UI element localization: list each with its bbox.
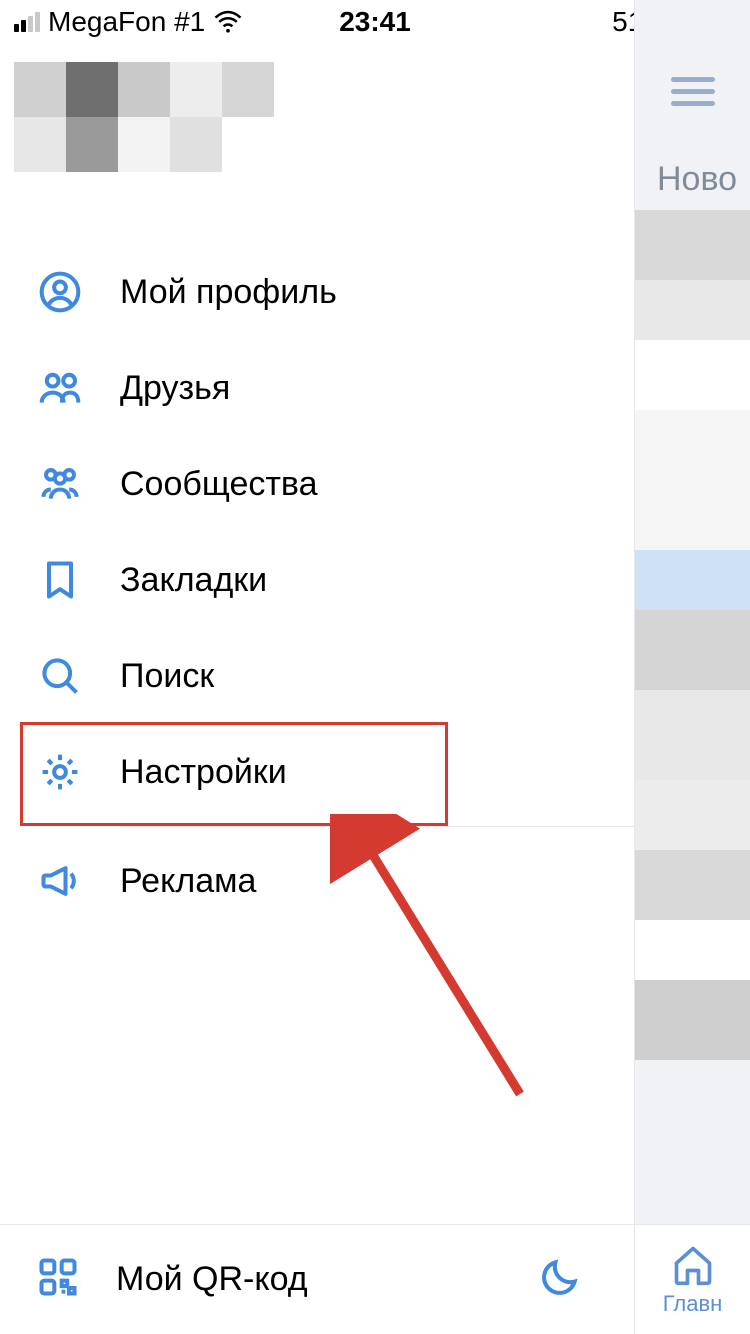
underlying-feed-peek: Ново Главн (634, 0, 750, 1334)
feed-title-partial: Ново (657, 160, 737, 199)
menu-item-settings[interactable]: Настройки (0, 724, 634, 820)
menu-item-label: Сообщества (120, 465, 318, 504)
menu-item-friends[interactable]: Друзья (0, 340, 634, 436)
qr-label[interactable]: Мой QR-код (116, 1260, 502, 1299)
menu-item-search[interactable]: Поиск (0, 628, 634, 724)
megaphone-icon (36, 857, 84, 905)
drawer-footer: Мой QR-код (0, 1224, 634, 1334)
menu-item-label: Мой профиль (120, 273, 337, 312)
menu-item-label: Друзья (120, 369, 230, 408)
menu-item-label: Реклама (120, 862, 256, 901)
menu-item-label: Настройки (120, 753, 287, 792)
bookmark-icon (36, 556, 84, 604)
qr-icon[interactable] (36, 1255, 80, 1304)
communities-icon (36, 460, 84, 508)
profile-icon (36, 268, 84, 316)
side-drawer: Мой профиль Друзья Сообщества Закладки (0, 44, 634, 1334)
friends-icon (36, 364, 84, 412)
dark-mode-toggle[interactable] (538, 1255, 582, 1304)
cellular-signal-icon (14, 12, 40, 32)
user-avatar-blurred[interactable] (14, 62, 274, 172)
menu-item-ads[interactable]: Реклама (0, 833, 634, 929)
menu-item-bookmarks[interactable]: Закладки (0, 532, 634, 628)
drawer-menu: Мой профиль Друзья Сообщества Закладки (0, 244, 634, 929)
menu-item-label: Закладки (120, 561, 267, 600)
clock: 23:41 (339, 6, 411, 38)
menu-item-communities[interactable]: Сообщества (0, 436, 634, 532)
menu-divider (120, 826, 634, 827)
wifi-icon (213, 7, 243, 37)
search-icon (36, 652, 84, 700)
home-icon (671, 1243, 715, 1287)
carrier-label: MegaFon #1 (48, 6, 205, 38)
hamburger-icon[interactable] (671, 70, 715, 113)
menu-item-profile[interactable]: Мой профиль (0, 244, 634, 340)
bottom-nav-home-label: Главн (663, 1291, 723, 1317)
feed-content-blurred (635, 210, 750, 1214)
gear-icon (36, 748, 84, 796)
bottom-nav-home[interactable]: Главн (635, 1224, 750, 1334)
menu-item-label: Поиск (120, 657, 214, 696)
